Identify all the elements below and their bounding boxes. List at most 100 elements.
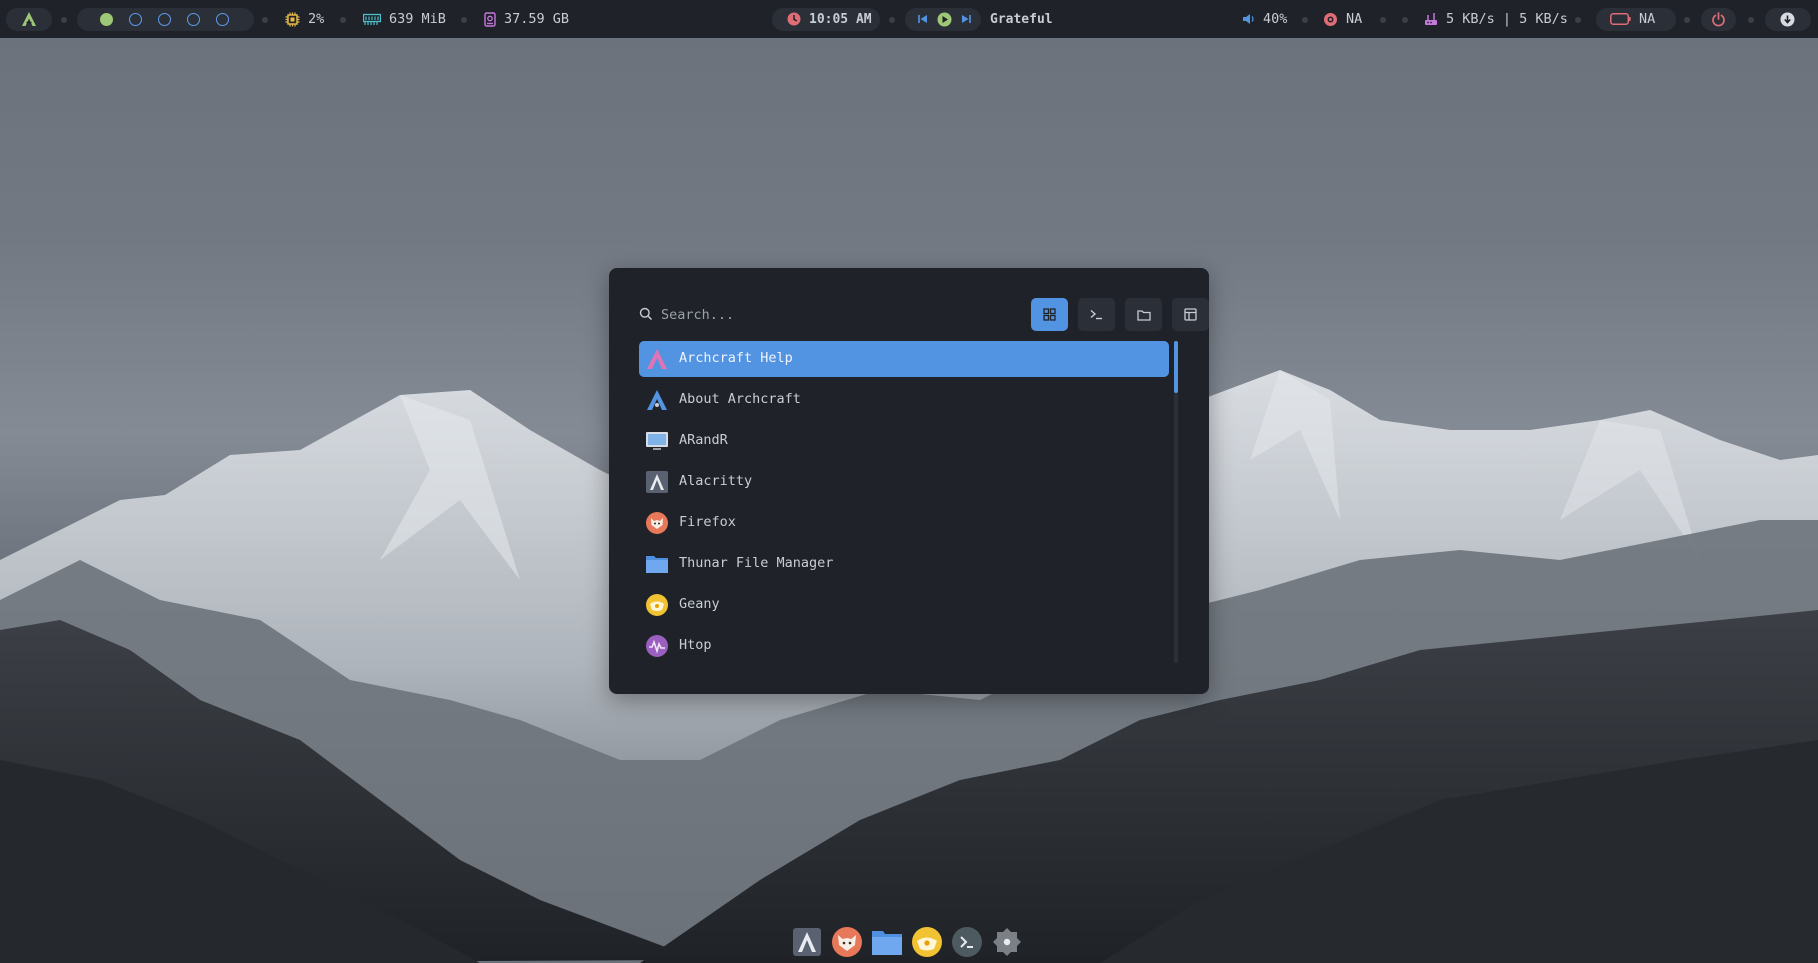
updates-icon <box>1780 12 1795 26</box>
workspace-2[interactable] <box>129 12 142 26</box>
disk-usage-text: 37.59 GB <box>504 11 570 27</box>
separator-dot <box>1748 17 1754 23</box>
battery-icon <box>1610 13 1631 25</box>
volume-text: 40% <box>1263 11 1288 27</box>
app-item-thunar[interactable]: Thunar File Manager <box>639 546 1169 582</box>
clock-text: 10:05 AM <box>809 11 872 27</box>
separator-dot <box>262 17 268 23</box>
settings-icon <box>993 928 1021 956</box>
power-button[interactable] <box>1711 0 1726 38</box>
disk-icon <box>484 11 496 27</box>
workspace-switcher <box>100 0 229 38</box>
workspace-3[interactable] <box>158 12 171 26</box>
dock <box>791 926 1031 958</box>
battery-module[interactable]: NA <box>1610 0 1655 38</box>
brightness-icon <box>1324 12 1337 26</box>
brightness-text: NA <box>1346 11 1363 27</box>
dock-item-settings[interactable] <box>991 926 1023 958</box>
geany-icon <box>646 594 668 616</box>
network-module[interactable]: 5 KB/s | 5 KB/s <box>1424 0 1568 38</box>
archcraft-about-icon <box>647 390 667 410</box>
app-launcher-window: Archcraft Help About Archcraft ARandR <box>609 268 1209 694</box>
dock-item-firefox[interactable] <box>831 926 863 958</box>
network-icon <box>1425 13 1437 25</box>
alacritty-icon <box>646 471 668 493</box>
htop-icon <box>646 635 668 657</box>
memory-usage-text: 639 MiB <box>389 11 446 27</box>
dock-item-files[interactable] <box>871 926 903 958</box>
app-item-firefox[interactable]: Firefox <box>639 505 1169 541</box>
separator-dot <box>1302 17 1308 23</box>
app-item-geany[interactable]: Geany <box>639 587 1169 623</box>
top-bar: 2% 639 MiB 37.59 GB 10:05 AM Grateful 40… <box>0 0 1818 38</box>
workspace-4[interactable] <box>187 12 200 26</box>
geany-icon <box>912 927 942 957</box>
mode-files-button[interactable] <box>1125 298 1162 331</box>
memory-icon <box>363 13 381 25</box>
power-icon <box>1712 11 1725 26</box>
firefox-icon <box>832 927 862 957</box>
separator-dot <box>1575 17 1581 23</box>
workspace-5[interactable] <box>216 12 229 26</box>
terminal-icon <box>952 927 982 957</box>
updates-button[interactable] <box>1780 0 1795 38</box>
app-label: ARandR <box>679 432 728 448</box>
track-title: Grateful <box>990 11 1053 27</box>
scrollbar-thumb[interactable] <box>1174 341 1178 393</box>
mode-apps-button[interactable] <box>1031 298 1068 331</box>
volume-module[interactable]: 40% <box>1242 0 1287 38</box>
separator-dot <box>61 17 67 23</box>
app-label: Firefox <box>679 514 736 530</box>
archcraft-help-icon <box>647 349 667 369</box>
app-list-scrollbar[interactable] <box>1174 341 1178 663</box>
search-icon <box>639 307 653 321</box>
terminal-prompt-icon <box>1090 309 1102 320</box>
folder-icon <box>872 931 902 955</box>
cpu-usage-text: 2% <box>308 11 325 27</box>
app-label: Htop <box>679 637 712 653</box>
next-icon[interactable] <box>961 14 971 24</box>
folder-icon <box>1136 309 1151 321</box>
mode-run-button[interactable] <box>1078 298 1115 331</box>
play-icon[interactable] <box>937 12 952 27</box>
app-item-archcraft-help[interactable]: Archcraft Help <box>639 341 1169 377</box>
app-label: Geany <box>679 596 720 612</box>
brightness-module[interactable]: NA <box>1323 0 1362 38</box>
cpu-module[interactable]: 2% <box>285 0 324 38</box>
separator-dot <box>1402 17 1408 23</box>
battery-text: NA <box>1639 11 1656 27</box>
mode-windows-button[interactable] <box>1172 298 1209 331</box>
separator-dot <box>889 17 895 23</box>
app-label: Archcraft Help <box>679 350 793 366</box>
dock-item-geany[interactable] <box>911 926 943 958</box>
alacritty-icon <box>793 928 821 956</box>
window-icon <box>1184 308 1197 321</box>
dock-item-terminal[interactable] <box>951 926 983 958</box>
dock-item-alacritty[interactable] <box>791 926 823 958</box>
folder-icon <box>646 556 668 573</box>
clock-module[interactable]: 10:05 AM <box>787 0 872 38</box>
app-item-about-archcraft[interactable]: About Archcraft <box>639 382 1169 418</box>
network-speed-text: 5 KB/s | 5 KB/s <box>1446 11 1568 27</box>
search-input[interactable] <box>661 304 961 326</box>
search-bar <box>639 298 1209 331</box>
clock-icon <box>787 12 801 26</box>
app-item-htop[interactable]: Htop <box>639 628 1169 664</box>
now-playing[interactable]: Grateful <box>990 0 1053 38</box>
disk-module[interactable]: 37.59 GB <box>484 0 569 38</box>
separator-dot <box>1380 17 1386 23</box>
memory-module[interactable]: 639 MiB <box>363 0 446 38</box>
monitor-icon <box>646 432 668 450</box>
cpu-icon <box>285 12 300 26</box>
separator-dot <box>340 17 346 23</box>
archcraft-logo-icon <box>22 12 36 26</box>
grid-icon <box>1043 308 1056 321</box>
app-item-arandr[interactable]: ARandR <box>639 423 1169 459</box>
app-launcher-button[interactable] <box>21 0 37 38</box>
volume-icon <box>1243 14 1254 24</box>
app-item-alacritty[interactable]: Alacritty <box>639 464 1169 500</box>
workspace-1[interactable] <box>100 12 113 26</box>
firefox-icon <box>646 512 668 534</box>
app-label: Alacritty <box>679 473 753 489</box>
previous-icon[interactable] <box>918 14 928 24</box>
